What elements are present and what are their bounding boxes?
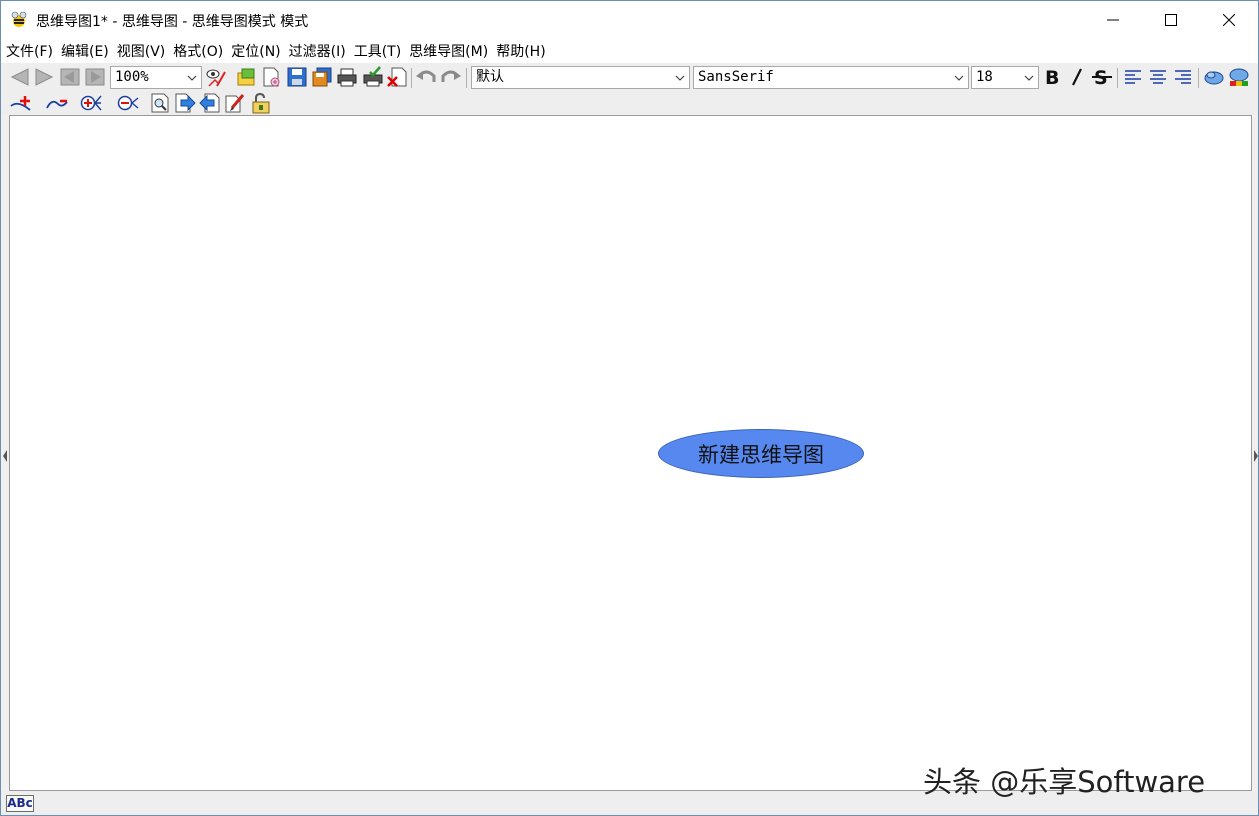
toolbar-separator bbox=[1117, 68, 1118, 88]
cloud-icon[interactable] bbox=[1203, 66, 1225, 88]
menu-filter[interactable]: 过滤器(I) bbox=[289, 41, 346, 61]
app-logo-icon bbox=[10, 11, 28, 29]
next-icon[interactable] bbox=[174, 92, 196, 114]
collapse-right-icon[interactable] bbox=[1254, 447, 1258, 462]
size-select[interactable]: 18 bbox=[971, 66, 1039, 89]
print-icon[interactable] bbox=[336, 66, 358, 88]
node-toolbar bbox=[1, 91, 1258, 115]
main-toolbar: 100% 默认 SansSerif 18 B S bbox=[1, 63, 1258, 91]
find-icon[interactable] bbox=[149, 92, 171, 114]
menu-bar: 文件(F) 编辑(E) 视图(V) 格式(O) 定位(N) 过滤器(I) 工具(… bbox=[1, 39, 1258, 63]
remove-link-icon[interactable] bbox=[46, 92, 68, 114]
strikethrough-icon[interactable]: S bbox=[1091, 66, 1113, 88]
menu-tools[interactable]: 工具(T) bbox=[354, 41, 401, 61]
style-select[interactable]: 默认 bbox=[471, 66, 690, 89]
chevron-down-icon bbox=[950, 67, 968, 88]
toolbar-separator bbox=[1198, 68, 1199, 88]
preview-icon[interactable] bbox=[205, 66, 227, 88]
menu-edit[interactable]: 编辑(E) bbox=[61, 41, 109, 61]
lock-icon[interactable] bbox=[250, 92, 272, 114]
print-preview-icon[interactable] bbox=[362, 66, 384, 88]
align-center-icon[interactable] bbox=[1147, 66, 1169, 88]
menu-file[interactable]: 文件(F) bbox=[6, 41, 53, 61]
spellcheck-icon[interactable]: ABc bbox=[6, 795, 34, 812]
cloud-color-icon[interactable] bbox=[1228, 66, 1250, 88]
watermark-text: 头条 @乐享Software bbox=[923, 765, 1206, 799]
app-window: 思维导图1* - 思维导图 - 思维导图模式 模式 文件(F) 编辑(E) 视图… bbox=[0, 0, 1259, 816]
menu-format[interactable]: 格式(O) bbox=[173, 41, 223, 61]
zoom-value: 100% bbox=[115, 69, 149, 85]
svg-text:B: B bbox=[1045, 67, 1059, 88]
redo-icon[interactable] bbox=[440, 66, 462, 88]
toolbar-separator bbox=[466, 68, 467, 88]
root-node[interactable]: 新建思维导图 bbox=[658, 429, 864, 478]
style-value: 默认 bbox=[476, 69, 504, 85]
size-value: 18 bbox=[976, 69, 993, 85]
menu-navigate[interactable]: 定位(N) bbox=[231, 41, 280, 61]
minimize-button[interactable] bbox=[1084, 1, 1142, 39]
font-value: SansSerif bbox=[698, 69, 774, 85]
save-icon[interactable] bbox=[286, 66, 308, 88]
undo-icon[interactable] bbox=[415, 66, 437, 88]
font-select[interactable]: SansSerif bbox=[693, 66, 969, 89]
chevron-down-icon bbox=[183, 67, 201, 88]
edit-icon[interactable] bbox=[224, 92, 246, 114]
back-icon[interactable] bbox=[9, 66, 31, 88]
menu-view[interactable]: 视图(V) bbox=[117, 41, 166, 61]
bold-icon[interactable]: B bbox=[1042, 66, 1064, 88]
window-title: 思维导图1* - 思维导图 - 思维导图模式 模式 bbox=[36, 14, 309, 30]
save-as-icon[interactable] bbox=[311, 66, 333, 88]
zoom-select[interactable]: 100% bbox=[110, 66, 202, 89]
collapse-left-icon[interactable] bbox=[3, 447, 7, 462]
close-window-button[interactable] bbox=[1200, 1, 1258, 39]
chevron-down-icon bbox=[671, 67, 689, 88]
add-child-icon[interactable] bbox=[10, 92, 32, 114]
toolbar-separator bbox=[411, 68, 412, 88]
mindmap-canvas[interactable]: 新建思维导图 bbox=[9, 115, 1252, 791]
align-left-icon[interactable] bbox=[1122, 66, 1144, 88]
title-bar: 思维导图1* - 思维导图 - 思维导图模式 模式 bbox=[1, 1, 1258, 39]
align-right-icon[interactable] bbox=[1172, 66, 1194, 88]
last-icon[interactable] bbox=[84, 66, 106, 88]
chevron-down-icon bbox=[1020, 67, 1038, 88]
new-icon[interactable] bbox=[260, 66, 282, 88]
italic-icon[interactable] bbox=[1066, 66, 1088, 88]
collapse-node-icon[interactable] bbox=[117, 92, 139, 114]
open-icon[interactable] bbox=[236, 66, 258, 88]
maximize-button[interactable] bbox=[1142, 1, 1200, 39]
forward-icon[interactable] bbox=[33, 66, 55, 88]
menu-help[interactable]: 帮助(H) bbox=[496, 41, 545, 61]
expand-node-icon[interactable] bbox=[80, 92, 102, 114]
menu-mindmap[interactable]: 思维导图(M) bbox=[409, 41, 488, 61]
previous-icon[interactable] bbox=[199, 92, 221, 114]
first-icon[interactable] bbox=[59, 66, 81, 88]
close-icon[interactable] bbox=[386, 66, 408, 88]
